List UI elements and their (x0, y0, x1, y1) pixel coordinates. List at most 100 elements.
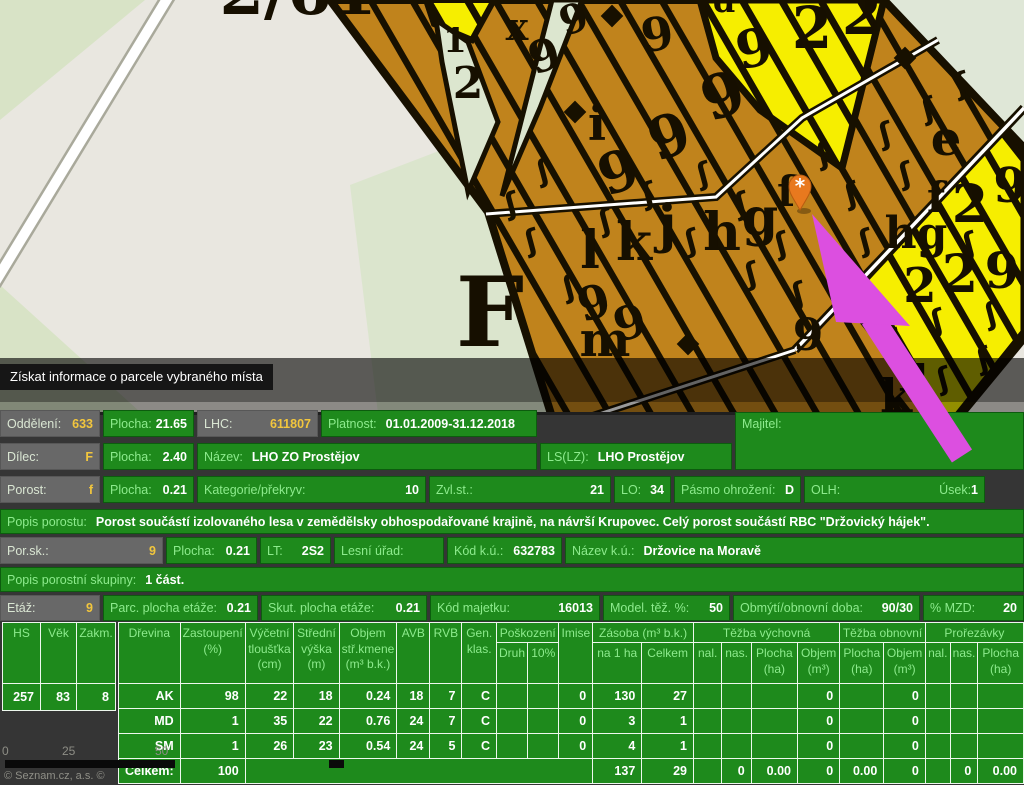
site-class-table: HSVěkZakm.257838 (2, 622, 116, 711)
field-value: F (85, 450, 93, 464)
field-label: Plocha: (110, 417, 152, 431)
parcel-label: 2 (842, 0, 882, 48)
parcel-label: 9 (985, 241, 1020, 300)
field-value: 90/30 (882, 601, 913, 615)
table-cell: 1 (180, 734, 245, 759)
species-row: SM126230.54245C04100 (119, 734, 1024, 759)
col-header-objem-st-kmene-m-b-k: Objem stř.kmene (m³ b.k.) (339, 623, 397, 684)
table-cell: 18 (397, 684, 430, 709)
col-header-v-etn-tlou-ka-cm: Výčetní tloušťka (cm) (245, 623, 294, 684)
field-label: Oddělení: (7, 417, 61, 431)
field-por-sk: Por.sk.:9 (0, 537, 163, 564)
field-d-lec: Dílec:F (0, 443, 100, 470)
parcel-label: e (931, 111, 962, 167)
field-label: Název: (204, 450, 243, 464)
field-popis-porostu: Popis porostu:Porost součástí izolovanéh… (0, 509, 1024, 534)
field-label: Skut. plocha etáže: (268, 601, 374, 615)
col-header-objem-m: Objem (m³) (884, 643, 926, 684)
col-header-zakm: Zakm. (77, 623, 116, 684)
col-header-nal: nal. (925, 643, 950, 684)
col-header-nas: nas. (950, 643, 978, 684)
table-cell: 0 (950, 759, 978, 784)
field-parc-plocha-et-e: Parc. plocha etáže:0.21 (103, 595, 258, 621)
map-tooltip: Získat informace o parcele vybraného mís… (0, 364, 273, 390)
field-value: 1 část. (145, 573, 184, 587)
table-cell: 0 (797, 709, 839, 734)
field-value: 21.65 (156, 417, 187, 431)
table-cell: 26 (245, 734, 294, 759)
col-group-pro-ez-vky: Prořezávky (925, 623, 1023, 643)
field-value: 611807 (270, 417, 311, 431)
field-label: LHC: (204, 417, 232, 431)
table-cell: 1 (642, 709, 694, 734)
table-cell: SM (119, 734, 181, 759)
field-label: LO: (621, 483, 641, 497)
parcel-label: 2 (952, 174, 988, 235)
species-row: MD135220.76247C03100 (119, 709, 1024, 734)
parcel-label: d (713, 0, 735, 20)
field-label: Plocha: (110, 450, 152, 464)
col-group-t-ba-v-chovn: Těžba výchovná (693, 623, 839, 643)
table-cell (693, 709, 721, 734)
field-value: 1 (971, 483, 978, 497)
table-cell (497, 734, 528, 759)
field-value: 9 (149, 544, 156, 558)
field-label: Plocha: (110, 483, 152, 497)
table-cell: 18 (294, 684, 339, 709)
parcel-label: 2 (792, 0, 832, 62)
field-label: Lesní úřad: (341, 544, 404, 558)
table-cell: 22 (245, 684, 294, 709)
table-cell: 7 (430, 709, 462, 734)
site-class-table-wrap: HSVěkZakm.257838 (2, 622, 116, 711)
field-kategorie-p-ekryv: Kategorie/překryv:10 (197, 476, 426, 503)
field-value: 0.21 (396, 601, 420, 615)
field-label: Kód k.ú.: (454, 544, 503, 558)
table-cell: 0 (884, 684, 926, 709)
field-label: Popis porostní skupiny: (7, 573, 136, 587)
field-k-d-majetku: Kód majetku:16013 (430, 595, 600, 621)
table-cell (722, 684, 751, 709)
col-header-na-1-ha: na 1 ha (593, 643, 642, 684)
table-cell (528, 734, 559, 759)
parcel-label: hg (885, 208, 948, 259)
table-cell: 0.00 (751, 759, 797, 784)
field-value: Držovice na Moravě (644, 544, 761, 558)
table-cell: 0 (797, 759, 839, 784)
field-ls-lz: LS(LZ):LHO Prostějov (540, 443, 732, 470)
field-label: LS(LZ): (547, 450, 589, 464)
table-cell: 0 (559, 709, 593, 734)
field-value: 16013 (558, 601, 593, 615)
field-value: 10 (405, 483, 419, 497)
field-value: LHO ZO Prostějov (252, 450, 360, 464)
col-header-nas: nas. (722, 643, 751, 684)
table-cell: 83 (41, 684, 77, 711)
field-plocha: Plocha:0.21 (166, 537, 257, 564)
field-label: Zvl.st.: (436, 483, 473, 497)
parcel-label: j (654, 194, 677, 255)
parcel-label: 9 (793, 310, 824, 361)
field-value: 633 (72, 417, 93, 431)
table-cell: 23 (294, 734, 339, 759)
field-label: Model. těž. %: (610, 601, 689, 615)
field-label: LT: (267, 544, 283, 558)
field-lesn-ad: Lesní úřad: (334, 537, 444, 564)
col-header-10: 10% (528, 643, 559, 684)
table-cell: 0.00 (840, 759, 884, 784)
copyright-notice: © Seznam.cz, a.s. © (4, 770, 105, 782)
table-cell: 0 (559, 734, 593, 759)
table-cell: 1 (642, 734, 694, 759)
table-cell (978, 709, 1024, 734)
field-plocha: Plocha: 21.65 (103, 410, 194, 437)
table-cell (245, 759, 592, 784)
table-cell: AK (119, 684, 181, 709)
field-value: 0.21 (163, 483, 187, 497)
table-cell (497, 709, 528, 734)
field-value: f (89, 483, 93, 497)
field-lt: LT:2S2 (260, 537, 331, 564)
field-value: 20 (1003, 601, 1017, 615)
table-cell: C (462, 734, 497, 759)
table-cell (925, 684, 950, 709)
col-header-druh: Druh (497, 643, 528, 684)
field-lo: LO:34 (614, 476, 671, 503)
field-zvl-st: Zvl.st.:21 (429, 476, 611, 503)
